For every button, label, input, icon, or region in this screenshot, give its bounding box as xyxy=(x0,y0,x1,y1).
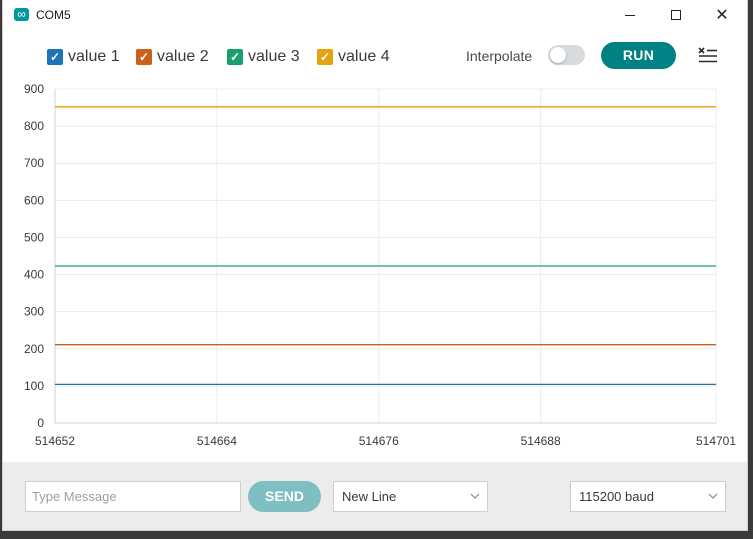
legend-label: value 3 xyxy=(248,48,300,65)
x-tick-label: 514676 xyxy=(359,434,399,448)
maximize-button[interactable] xyxy=(653,0,699,32)
plotter-toolbar: ✓ value 1 ✓ value 2 ✓ value 3 ✓ value 4 … xyxy=(3,32,747,80)
y-tick-label: 800 xyxy=(24,119,44,133)
baud-rate-value: 115200 baud xyxy=(579,489,654,504)
interpolate-toggle[interactable] xyxy=(548,45,585,65)
window-title: COM5 xyxy=(36,8,71,22)
send-button[interactable]: SEND xyxy=(248,481,321,512)
y-tick-label: 500 xyxy=(24,230,44,244)
checkbox-check-icon[interactable]: ✓ xyxy=(317,49,333,65)
checkbox-check-icon[interactable]: ✓ xyxy=(227,49,243,65)
baud-rate-select[interactable]: 115200 baud xyxy=(570,481,726,512)
x-tick-label: 514652 xyxy=(35,434,75,448)
y-tick-label: 200 xyxy=(24,342,44,356)
y-tick-label: 300 xyxy=(24,305,44,319)
chevron-down-icon xyxy=(470,493,480,499)
y-tick-label: 0 xyxy=(37,416,44,430)
close-button[interactable]: ✕ xyxy=(699,0,745,32)
message-bar: Type Message SEND New Line 115200 baud xyxy=(3,462,747,530)
x-tick-label: 514688 xyxy=(521,434,561,448)
message-input[interactable]: Type Message xyxy=(25,481,241,512)
run-button[interactable]: RUN xyxy=(601,42,676,69)
checkbox-check-icon[interactable]: ✓ xyxy=(136,49,152,65)
minimize-button[interactable] xyxy=(607,0,653,32)
legend-label: value 4 xyxy=(338,48,390,65)
plot-area: 0 100 200 300 400 500 600 700 800 900 514652 514664… xyxy=(3,80,747,462)
clear-list-icon[interactable] xyxy=(698,46,718,64)
x-tick-label: 514701 xyxy=(696,434,736,448)
y-tick-label: 700 xyxy=(24,156,44,170)
x-tick-label: 514664 xyxy=(197,434,237,448)
line-ending-value: New Line xyxy=(342,489,397,504)
legend-label: value 1 xyxy=(68,48,120,65)
legend-label: value 2 xyxy=(157,48,209,65)
checkbox-check-icon[interactable]: ✓ xyxy=(47,49,63,65)
line-ending-select[interactable]: New Line xyxy=(333,481,488,512)
toggle-knob xyxy=(550,47,566,63)
chevron-down-icon xyxy=(708,493,718,499)
y-tick-label: 900 xyxy=(24,82,44,96)
y-tick-label: 100 xyxy=(24,379,44,393)
line-chart: 0 100 200 300 400 500 600 700 800 900 514652 514664… xyxy=(24,82,736,448)
y-tick-label: 600 xyxy=(24,193,44,207)
title-bar: COM5 ✕ xyxy=(3,0,747,32)
y-tick-label: 400 xyxy=(24,268,44,282)
arduino-app-icon xyxy=(14,5,29,23)
interpolate-label: Interpolate xyxy=(466,48,533,64)
serial-plotter-window: COM5 ✕ ✓ value 1 ✓ value 2 ✓ value 3 ✓ v… xyxy=(3,0,747,530)
